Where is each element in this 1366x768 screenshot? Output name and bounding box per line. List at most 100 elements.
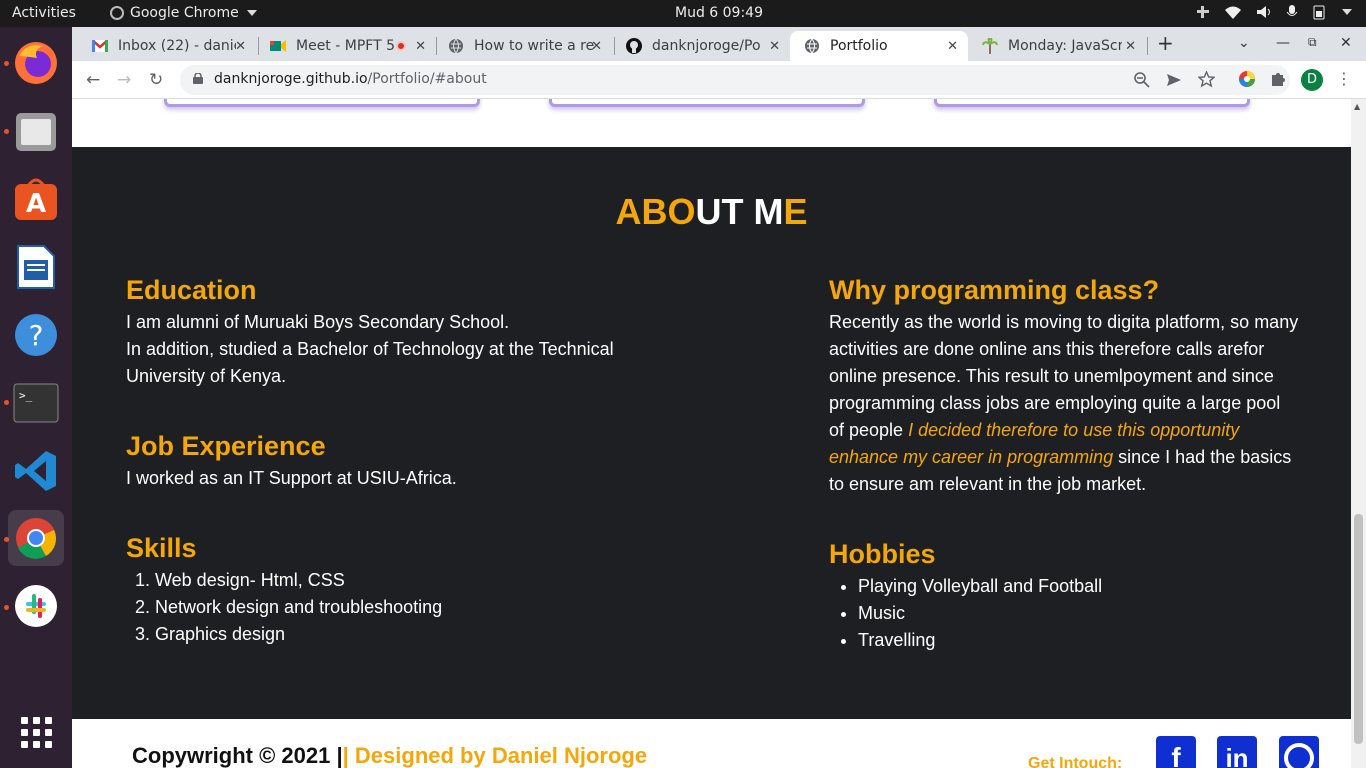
- tab-portfolio[interactable]: Portfolio ✕: [790, 31, 968, 61]
- why-block: Why programming class? Recently as the w…: [829, 274, 1299, 498]
- close-icon[interactable]: ✕: [947, 39, 958, 54]
- meet-icon: [270, 38, 286, 54]
- url-text: danknjoroge.github.io/Portfolio/#about: [214, 71, 487, 87]
- close-icon[interactable]: ✕: [769, 39, 780, 54]
- get-intouch-label: Get Intouch:: [1028, 755, 1123, 768]
- gmail-icon: [92, 38, 108, 54]
- clock[interactable]: Mud 6 09:49: [0, 5, 1366, 21]
- writer-launcher[interactable]: [8, 239, 64, 295]
- files-icon: [16, 113, 56, 151]
- hobbies-list: Playing Volleyball and Football Music Tr…: [829, 573, 1299, 654]
- forward-button[interactable]: →: [117, 70, 131, 90]
- tab-monday-javascript[interactable]: Monday: JavaScr ✕: [968, 31, 1146, 61]
- profile-avatar[interactable]: D: [1301, 69, 1323, 91]
- close-icon[interactable]: ✕: [415, 39, 426, 54]
- tab-label: How to write a re: [474, 38, 594, 54]
- tab-label: Monday: JavaScr: [1008, 38, 1122, 54]
- close-icon[interactable]: ✕: [1125, 39, 1136, 54]
- show-applications-button[interactable]: [8, 704, 64, 760]
- tab-inbox[interactable]: Inbox (22) - danie ✕: [78, 31, 256, 61]
- list-item: Travelling: [858, 627, 1299, 654]
- tab-meet[interactable]: Meet - MPFT 5 ✕: [256, 31, 436, 61]
- linkedin-icon[interactable]: in: [1217, 736, 1257, 768]
- url-path: /Portfolio/#about: [367, 71, 487, 87]
- send-icon[interactable]: [1166, 72, 1182, 88]
- app-grid-icon: [20, 716, 52, 748]
- new-tab-button[interactable]: +: [1157, 31, 1174, 55]
- lock-icon: [193, 73, 203, 84]
- address-bar[interactable]: danknjoroge.github.io/Portfolio/#about: [180, 65, 1290, 95]
- tab-label: Portfolio: [830, 38, 888, 54]
- copyright-text: Copywright © 2021 || Designed by Daniel …: [132, 743, 647, 768]
- close-window-button[interactable]: ✕: [1340, 35, 1352, 51]
- volume-icon: [1257, 6, 1270, 18]
- github-icon: [626, 38, 642, 54]
- terminal-icon: >_: [13, 383, 59, 423]
- tab-search-chevron-icon[interactable]: ⌄: [1238, 35, 1250, 51]
- slack-launcher[interactable]: [8, 578, 64, 634]
- list-item: Web design- Html, CSS: [155, 567, 646, 594]
- page-viewport: ABOUT ME Education I am alumni of Muruak…: [72, 99, 1351, 768]
- skills-heading: Skills: [126, 533, 197, 563]
- github-icon[interactable]: [1279, 736, 1319, 768]
- firefox-launcher[interactable]: [8, 35, 64, 91]
- system-tray[interactable]: [1196, 4, 1352, 20]
- wifi-icon: [1225, 6, 1241, 19]
- education-line2: In addition, studied a Bachelor of Techn…: [126, 339, 614, 386]
- education-heading: Education: [126, 275, 257, 305]
- copyright-label: Copywright © 2021 |: [132, 743, 343, 768]
- chrome-launcher[interactable]: [8, 510, 64, 566]
- close-icon[interactable]: ✕: [235, 39, 246, 54]
- recording-icon: [396, 41, 406, 51]
- facebook-icon[interactable]: f: [1156, 736, 1196, 768]
- microphone-icon: [1286, 5, 1298, 16]
- tab-label: Inbox (22) - danie: [118, 38, 236, 54]
- list-item: Playing Volleyball and Football: [858, 573, 1299, 600]
- system-menu-chevron-icon: [1342, 9, 1352, 15]
- palm-tree-icon: [982, 38, 998, 54]
- title-part: ABO: [615, 191, 696, 232]
- vscode-launcher[interactable]: [8, 443, 64, 499]
- svg-text:?: ?: [29, 319, 44, 352]
- browser-toolbar: ← → ↻ danknjoroge.github.io/Portfolio/#a…: [72, 61, 1366, 99]
- svg-text:>_: >_: [19, 389, 33, 402]
- system-top-bar: Activities Google Chrome Mud 6 09:49: [0, 0, 1366, 27]
- extensions-puzzle-icon[interactable]: [1270, 70, 1288, 88]
- tab-label: Meet - MPFT 5: [296, 38, 395, 54]
- project-card[interactable]: [549, 99, 865, 107]
- restore-button[interactable]: ⧉: [1308, 35, 1317, 50]
- files-launcher[interactable]: [8, 103, 64, 159]
- color-picker-extension-icon[interactable]: [1238, 70, 1256, 88]
- zoom-icon[interactable]: [1134, 72, 1150, 88]
- close-icon[interactable]: ✕: [591, 39, 602, 54]
- list-item: Graphics design: [155, 621, 646, 648]
- scrollbar-thumb[interactable]: [1354, 514, 1363, 744]
- bookmark-star-icon[interactable]: [1198, 71, 1215, 88]
- page-scrollbar[interactable]: ▲: [1351, 99, 1366, 768]
- hobbies-heading: Hobbies: [829, 539, 936, 569]
- github-glyph-icon: [1284, 743, 1314, 768]
- skills-list: Web design- Html, CSS Network design and…: [126, 567, 646, 648]
- software-bag-icon: A: [15, 178, 57, 220]
- slack-icon: [15, 585, 57, 627]
- tab-how-to-write[interactable]: How to write a re ✕: [434, 31, 612, 61]
- back-button[interactable]: ←: [86, 70, 100, 90]
- page-footer: Copywright © 2021 || Designed by Daniel …: [72, 719, 1351, 768]
- reload-button[interactable]: ↻: [149, 70, 163, 90]
- help-launcher[interactable]: ?: [8, 307, 64, 363]
- education-line1: I am alumni of Muruaki Boys Secondary Sc…: [126, 312, 510, 332]
- software-center-launcher[interactable]: A: [8, 171, 64, 227]
- job-heading: Job Experience: [126, 431, 326, 461]
- project-card[interactable]: [934, 99, 1250, 107]
- project-card[interactable]: [164, 99, 480, 107]
- tab-github[interactable]: danknjoroge/Po ✕: [612, 31, 790, 61]
- minimize-button[interactable]: —: [1276, 35, 1290, 51]
- terminal-launcher[interactable]: >_: [8, 375, 64, 431]
- job-block: Job Experience I worked as an IT Support…: [126, 430, 646, 492]
- list-item: Music: [858, 600, 1299, 627]
- designer-credit: | Designed by Daniel Njoroge: [342, 743, 648, 768]
- scroll-up-arrow-icon[interactable]: ▲: [1354, 102, 1360, 111]
- chrome-icon: [16, 518, 56, 559]
- why-text: Recently as the world is moving to digit…: [829, 309, 1299, 498]
- kebab-menu-icon[interactable]: ⋮: [1336, 69, 1352, 88]
